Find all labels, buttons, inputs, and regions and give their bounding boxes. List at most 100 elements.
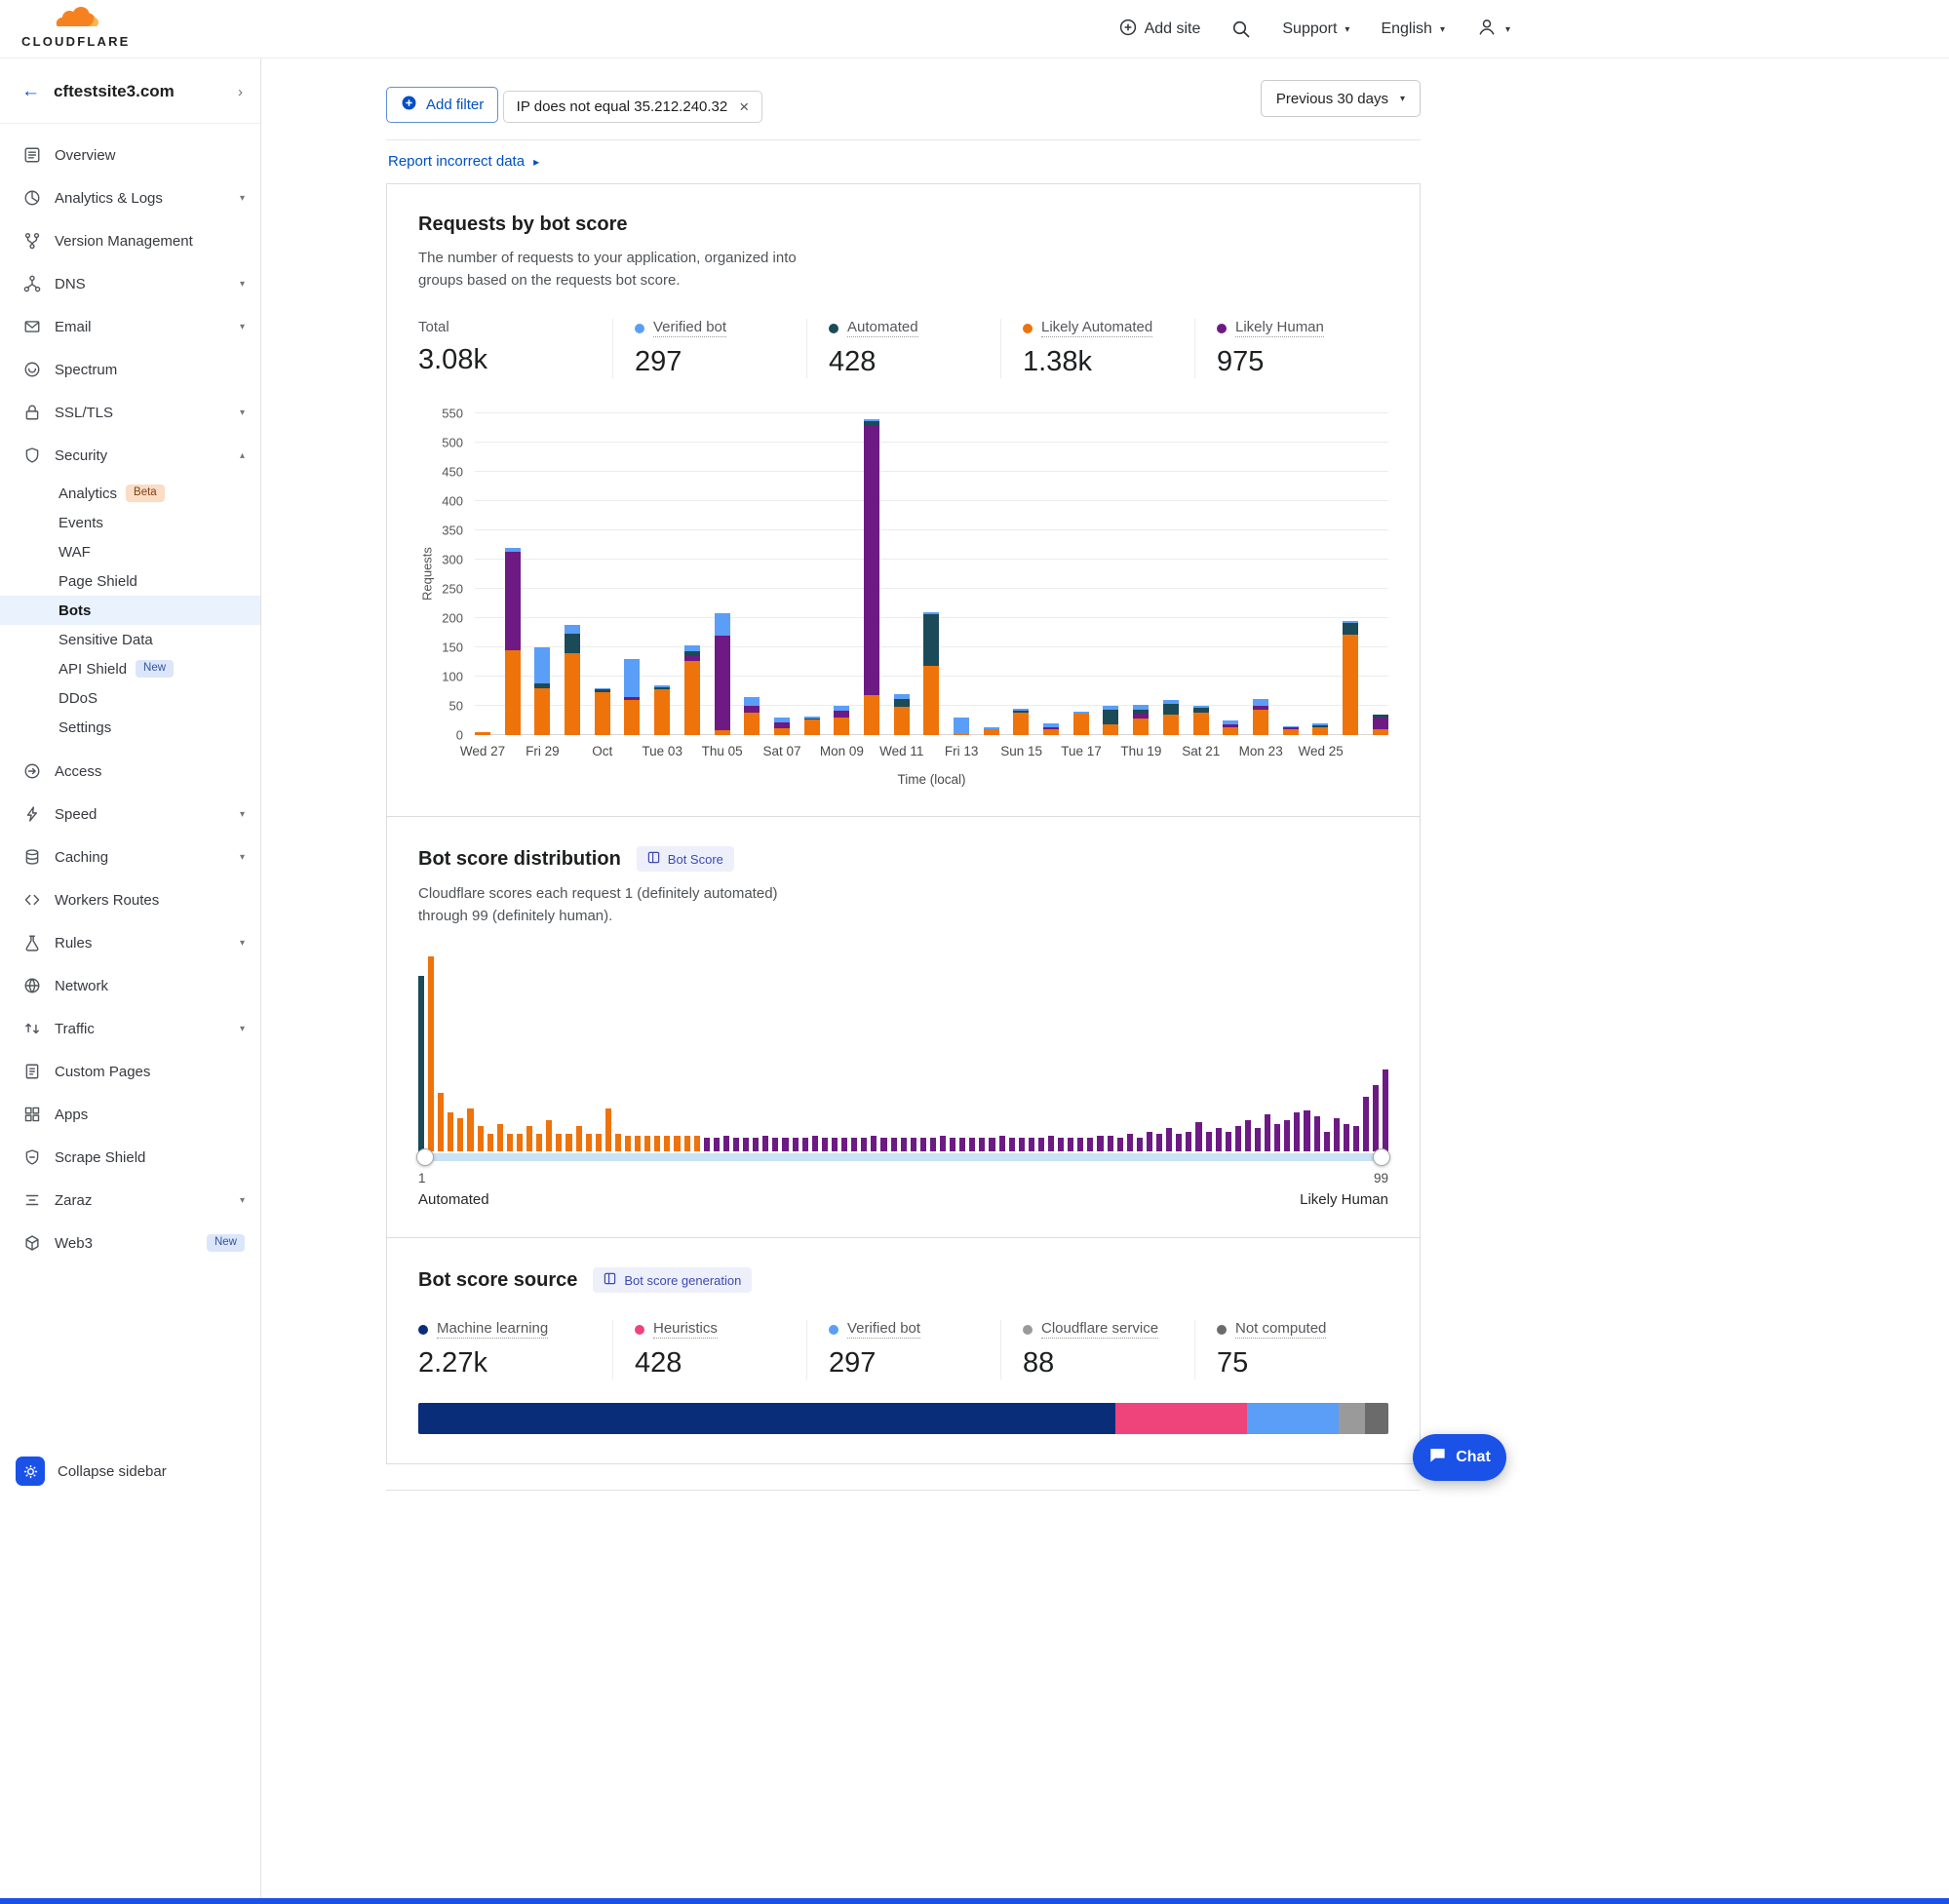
date-range-select[interactable]: Previous 30 days ▾	[1261, 80, 1421, 117]
histogram-bar	[418, 976, 424, 1151]
sidebar-item-speed[interactable]: Speed▾	[0, 793, 260, 835]
histogram-bar	[478, 1126, 484, 1151]
stat-cloudflare-service[interactable]: Cloudflare service88	[1000, 1320, 1194, 1379]
sidebar-item-security[interactable]: Security▴	[0, 434, 260, 477]
score-range-slider[interactable]	[418, 1153, 1388, 1161]
sidebar-item-dns[interactable]: DNS▾	[0, 262, 260, 305]
speed-icon	[23, 805, 41, 823]
sidebar-item-events[interactable]: Events	[0, 508, 260, 537]
sidebar-item-analytics[interactable]: AnalyticsBeta	[0, 479, 260, 508]
histogram-bar	[714, 1138, 720, 1151]
x-axis-label: Time (local)	[475, 772, 1388, 787]
stat-automated[interactable]: Automated428	[806, 319, 1000, 378]
histogram-bar	[999, 1136, 1005, 1151]
sidebar-item-label: Traffic	[55, 1021, 226, 1037]
stat-likely-human[interactable]: Likely Human975	[1194, 319, 1388, 378]
histogram-bar	[576, 1126, 582, 1151]
slider-handle-min[interactable]	[416, 1148, 434, 1166]
bar-segment-automated	[565, 634, 580, 653]
y-tick-label: 250	[442, 582, 463, 597]
add-site-button[interactable]: Add site	[1119, 19, 1201, 41]
workers-icon	[23, 891, 41, 909]
histogram-bar	[1156, 1134, 1162, 1151]
stat-verified-bot[interactable]: Verified bot297	[806, 1320, 1000, 1379]
x-tick-label: Fri 29	[526, 744, 560, 758]
sidebar-item-apps[interactable]: Apps	[0, 1093, 260, 1136]
histogram-bar	[772, 1138, 778, 1151]
chart-bar	[774, 413, 790, 735]
histogram-bar	[1077, 1138, 1083, 1151]
sidebar-item-workers-routes[interactable]: Workers Routes	[0, 878, 260, 921]
stat-machine-learning[interactable]: Machine learning2.27k	[418, 1320, 612, 1379]
requests-chart: Requests 0501001502002503003504004505005…	[418, 413, 1388, 735]
back-arrow-icon[interactable]: ←	[21, 81, 40, 102]
bot-score-badge[interactable]: Bot Score	[637, 846, 734, 872]
sidebar-item-traffic[interactable]: Traffic▾	[0, 1007, 260, 1050]
stat-not-computed[interactable]: Not computed75	[1194, 1320, 1388, 1379]
search-icon[interactable]	[1231, 19, 1251, 39]
slider-handle-max[interactable]	[1373, 1148, 1390, 1166]
close-icon[interactable]: ×	[739, 98, 749, 115]
add-filter-button[interactable]: Add filter	[386, 87, 498, 123]
sidebar-item-waf[interactable]: WAF	[0, 537, 260, 566]
chart-bar	[1133, 413, 1149, 735]
sidebar-item-network[interactable]: Network	[0, 964, 260, 1007]
sidebar-item-sensitive-data[interactable]: Sensitive Data	[0, 625, 260, 654]
sidebar-item-api-shield[interactable]: API ShieldNew	[0, 654, 260, 683]
sidebar-item-custom-pages[interactable]: Custom Pages	[0, 1050, 260, 1093]
histogram-bar	[979, 1138, 985, 1151]
sidebar-item-ddos[interactable]: DDoS	[0, 683, 260, 713]
bot-score-generation-badge[interactable]: Bot score generation	[593, 1267, 752, 1293]
chevron-right-icon[interactable]: ›	[238, 84, 243, 100]
account-menu[interactable]: ▾	[1476, 17, 1510, 43]
sidebar-item-web3[interactable]: Web3New	[0, 1222, 260, 1264]
chevron-down-icon: ▾	[240, 193, 245, 204]
bar-segment-automated	[1163, 704, 1179, 715]
histogram-bar	[596, 1134, 602, 1151]
report-incorrect-data-link[interactable]: Report incorrect data ▸	[388, 153, 539, 170]
legend-dot	[418, 1325, 428, 1335]
chat-button[interactable]: Chat	[1413, 1434, 1506, 1481]
sidebar-item-overview[interactable]: Overview	[0, 134, 260, 176]
stat-value: 2.27k	[418, 1347, 604, 1379]
sidebar-item-email[interactable]: Email▾	[0, 305, 260, 348]
filter-chip[interactable]: IP does not equal 35.212.240.32 ×	[503, 91, 763, 123]
stat-heuristics[interactable]: Heuristics428	[612, 1320, 806, 1379]
histogram-bar	[959, 1138, 965, 1151]
sidebar-item-zaraz[interactable]: Zaraz▾	[0, 1179, 260, 1222]
stat-label: Not computed	[1235, 1320, 1326, 1339]
sidebar-item-spectrum[interactable]: Spectrum	[0, 348, 260, 391]
legend-dot	[1217, 1325, 1227, 1335]
histogram-bar	[753, 1138, 759, 1151]
gear-icon[interactable]	[16, 1457, 45, 1486]
histogram-bar	[1097, 1136, 1103, 1151]
sidebar-item-settings[interactable]: Settings	[0, 713, 260, 742]
sidebar-item-rules[interactable]: Rules▾	[0, 921, 260, 964]
sidebar-item-version-management[interactable]: Version Management	[0, 219, 260, 262]
chevron-down-icon: ▾	[240, 938, 245, 949]
cloudflare-logo[interactable]: CLOUDFLARE	[21, 7, 131, 49]
support-menu[interactable]: Support ▾	[1282, 20, 1349, 38]
sidebar-item-page-shield[interactable]: Page Shield	[0, 566, 260, 596]
histogram-bar	[1147, 1132, 1152, 1151]
sidebar-item-analytics-logs[interactable]: Analytics & Logs▾	[0, 176, 260, 219]
y-tick-label: 450	[442, 465, 463, 480]
sidebar-item-caching[interactable]: Caching▾	[0, 835, 260, 878]
stat-likely-automated[interactable]: Likely Automated1.38k	[1000, 319, 1194, 378]
x-tick-label: Fri 13	[945, 744, 979, 758]
histogram-bar	[1048, 1136, 1054, 1151]
top-header: CLOUDFLARE Add site Support ▾ English ▾	[0, 0, 1949, 58]
collapse-sidebar[interactable]: Collapse sidebar	[16, 1457, 167, 1486]
sidebar-item-access[interactable]: Access	[0, 750, 260, 793]
sidebar-item-bots[interactable]: Bots	[0, 596, 260, 625]
sidebar-item-ssl-tls[interactable]: SSL/TLS▾	[0, 391, 260, 434]
bar-segment-likely-automated	[923, 666, 939, 735]
histogram-bar	[782, 1138, 788, 1151]
stat-verified-bot[interactable]: Verified bot297	[612, 319, 806, 378]
language-menu[interactable]: English ▾	[1381, 20, 1445, 38]
sidebar-item-scrape-shield[interactable]: Scrape Shield	[0, 1136, 260, 1179]
badge-new: New	[207, 1234, 245, 1253]
sidebar-item-label: Events	[58, 515, 103, 531]
legend-dot	[1217, 324, 1227, 333]
chart-bar	[624, 413, 640, 735]
